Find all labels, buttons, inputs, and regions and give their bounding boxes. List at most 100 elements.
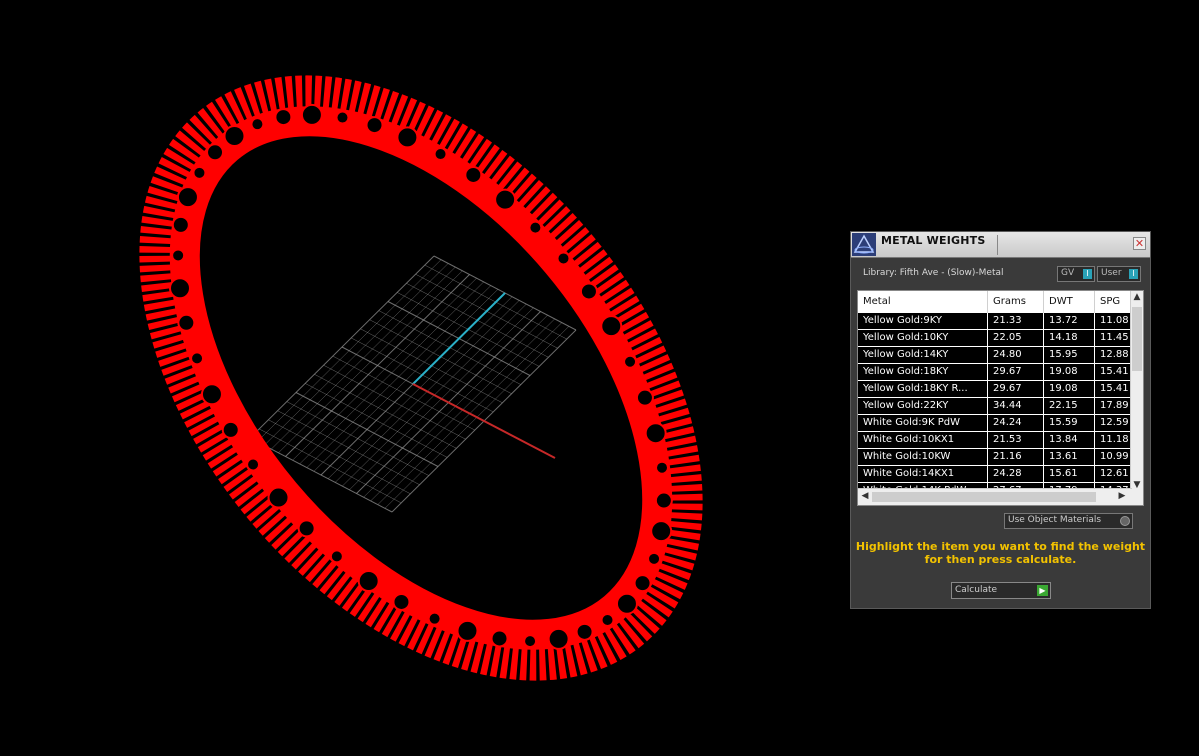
filigree-hole	[396, 126, 419, 149]
scroll-up-icon[interactable]: ▲	[1131, 292, 1143, 302]
metal-cell: White Gold:10KX1	[858, 432, 988, 448]
user-toggle-label: User	[1101, 268, 1122, 278]
vertical-scrollbar[interactable]: ▲ ▼	[1130, 291, 1143, 491]
title-bar[interactable]: METAL WEIGHTS ✕	[851, 232, 1150, 258]
table-row[interactable]: Yellow Gold:10KY 22.05 14.18 11.45	[858, 330, 1132, 347]
filigree-hole	[171, 215, 190, 234]
filigree-hole	[329, 549, 344, 564]
filigree-hole	[250, 117, 265, 132]
table-row[interactable]: White Gold:14KX1 24.28 15.61 12.61	[858, 466, 1132, 483]
metal-cell: White Gold:10KW	[858, 449, 988, 465]
table-row[interactable]: Yellow Gold:9KY 21.33 13.72 11.08	[858, 313, 1132, 330]
filigree-hole	[206, 143, 225, 162]
instruction-line-2: for then press calculate.	[924, 553, 1077, 566]
filigree-hole	[654, 491, 673, 510]
spg-cell: 12.88	[1095, 347, 1132, 363]
metal-cell: Yellow Gold:18KY R...	[858, 381, 988, 397]
spg-cell: 11.18	[1095, 432, 1132, 448]
grams-cell: 24.28	[988, 466, 1044, 482]
spg-cell: 11.08	[1095, 313, 1132, 329]
filigree-hole	[171, 248, 186, 263]
filigree-hole	[635, 388, 654, 407]
filigree-hole	[575, 622, 594, 641]
vertical-scroll-thumb[interactable]	[1132, 307, 1142, 371]
instruction-line-1: Highlight the item you want to find the …	[855, 540, 1146, 553]
spg-cell: 12.59	[1095, 415, 1132, 431]
column-header-spg[interactable]: SPG	[1095, 291, 1132, 313]
app-logo-icon	[852, 233, 876, 256]
close-icon[interactable]: ✕	[1133, 237, 1146, 250]
dwt-cell: 19.08	[1044, 364, 1095, 380]
horizontal-scrollbar[interactable]: ◀ ▶	[858, 488, 1132, 505]
metal-cell: Yellow Gold:22KY	[858, 398, 988, 414]
horizontal-scroll-thumb[interactable]	[872, 492, 1096, 502]
user-toggle-icon: I	[1129, 269, 1138, 279]
filigree-hole	[650, 520, 673, 543]
filigree-hole	[528, 220, 543, 235]
gv-toggle[interactable]: GV I	[1057, 266, 1095, 282]
dwt-cell: 22.15	[1044, 398, 1095, 414]
spg-cell: 12.61	[1095, 466, 1132, 482]
spg-cell: 15.41	[1095, 381, 1132, 397]
metal-cell: Yellow Gold:10KY	[858, 330, 988, 346]
grams-cell: 24.24	[988, 415, 1044, 431]
dwt-cell: 19.08	[1044, 381, 1095, 397]
column-header-grams[interactable]: Grams	[988, 291, 1044, 313]
dwt-cell: 14.18	[1044, 330, 1095, 346]
filigree-hole	[192, 165, 207, 180]
filigree-hole	[297, 519, 316, 538]
filigree-hole	[647, 551, 662, 566]
panel-title: METAL WEIGHTS	[881, 234, 986, 247]
ring-model[interactable]	[62, 4, 779, 752]
dwt-cell: 15.95	[1044, 347, 1095, 363]
grams-cell: 29.67	[988, 364, 1044, 380]
filigree-hole	[190, 351, 205, 366]
gv-toggle-icon: I	[1083, 269, 1092, 279]
filigree-hole	[267, 486, 290, 509]
table-row[interactable]: Yellow Gold:18KY R... 29.67 19.08 15.41	[858, 381, 1132, 398]
table-row[interactable]: Yellow Gold:14KY 24.80 15.95 12.88	[858, 347, 1132, 364]
ring-outer-edge	[139, 75, 703, 681]
column-header-dwt[interactable]: DWT	[1044, 291, 1095, 313]
spg-cell: 10.99	[1095, 449, 1132, 465]
filigree-hole	[547, 627, 570, 650]
filigree-hole	[300, 103, 323, 126]
grams-cell: 21.53	[988, 432, 1044, 448]
table-row[interactable]: Yellow Gold:18KY 29.67 19.08 15.41	[858, 364, 1132, 381]
gv-toggle-label: GV	[1061, 268, 1075, 278]
metal-cell: White Gold:9K PdW	[858, 415, 988, 431]
filigree-hole	[335, 110, 350, 125]
table-row[interactable]: White Gold:9K PdW 24.24 15.59 12.59	[858, 415, 1132, 432]
metal-table[interactable]: Metal Grams DWT SPG Yellow Gold:9KY 21.33…	[857, 290, 1144, 506]
filigree-hole	[246, 457, 261, 472]
play-icon: ▶	[1037, 585, 1048, 596]
filigree-hole	[600, 613, 615, 628]
table-row[interactable]: White Gold:10KW 21.16 13.61 10.99	[858, 449, 1132, 466]
scroll-right-icon[interactable]: ▶	[1116, 491, 1128, 501]
filigree-hole	[365, 116, 384, 135]
x-axis-line	[412, 383, 556, 459]
filigree-hole	[221, 420, 240, 439]
table-row[interactable]: White Gold:10KX1 21.53 13.84 11.18	[858, 432, 1132, 449]
title-divider	[997, 235, 998, 255]
filigree-hole	[556, 251, 571, 266]
user-toggle[interactable]: User I	[1097, 266, 1141, 282]
grams-cell: 22.05	[988, 330, 1044, 346]
calculate-button[interactable]: Calculate ▶	[951, 582, 1051, 599]
use-object-materials-toggle[interactable]: Use Object Materials	[1004, 513, 1133, 529]
table-row[interactable]: Yellow Gold:22KY 34.44 22.15 17.89	[858, 398, 1132, 415]
filigree-hole	[427, 611, 442, 626]
filigree-hole	[494, 188, 517, 211]
ring-band	[169, 106, 673, 650]
table-header: Metal Grams DWT SPG	[858, 291, 1132, 313]
dwt-cell: 15.59	[1044, 415, 1095, 431]
filigree-hole	[633, 574, 652, 593]
column-header-metal[interactable]: Metal	[858, 291, 988, 313]
grams-cell: 34.44	[988, 398, 1044, 414]
metal-cell: Yellow Gold:14KY	[858, 347, 988, 363]
scroll-left-icon[interactable]: ◀	[859, 491, 871, 501]
dwt-cell: 13.61	[1044, 449, 1095, 465]
filigree-hole	[655, 460, 670, 475]
metal-weights-panel: METAL WEIGHTS ✕ Library: Fifth Ave - (Sl…	[850, 231, 1151, 609]
instruction-text: Highlight the item you want to find the …	[851, 540, 1150, 566]
